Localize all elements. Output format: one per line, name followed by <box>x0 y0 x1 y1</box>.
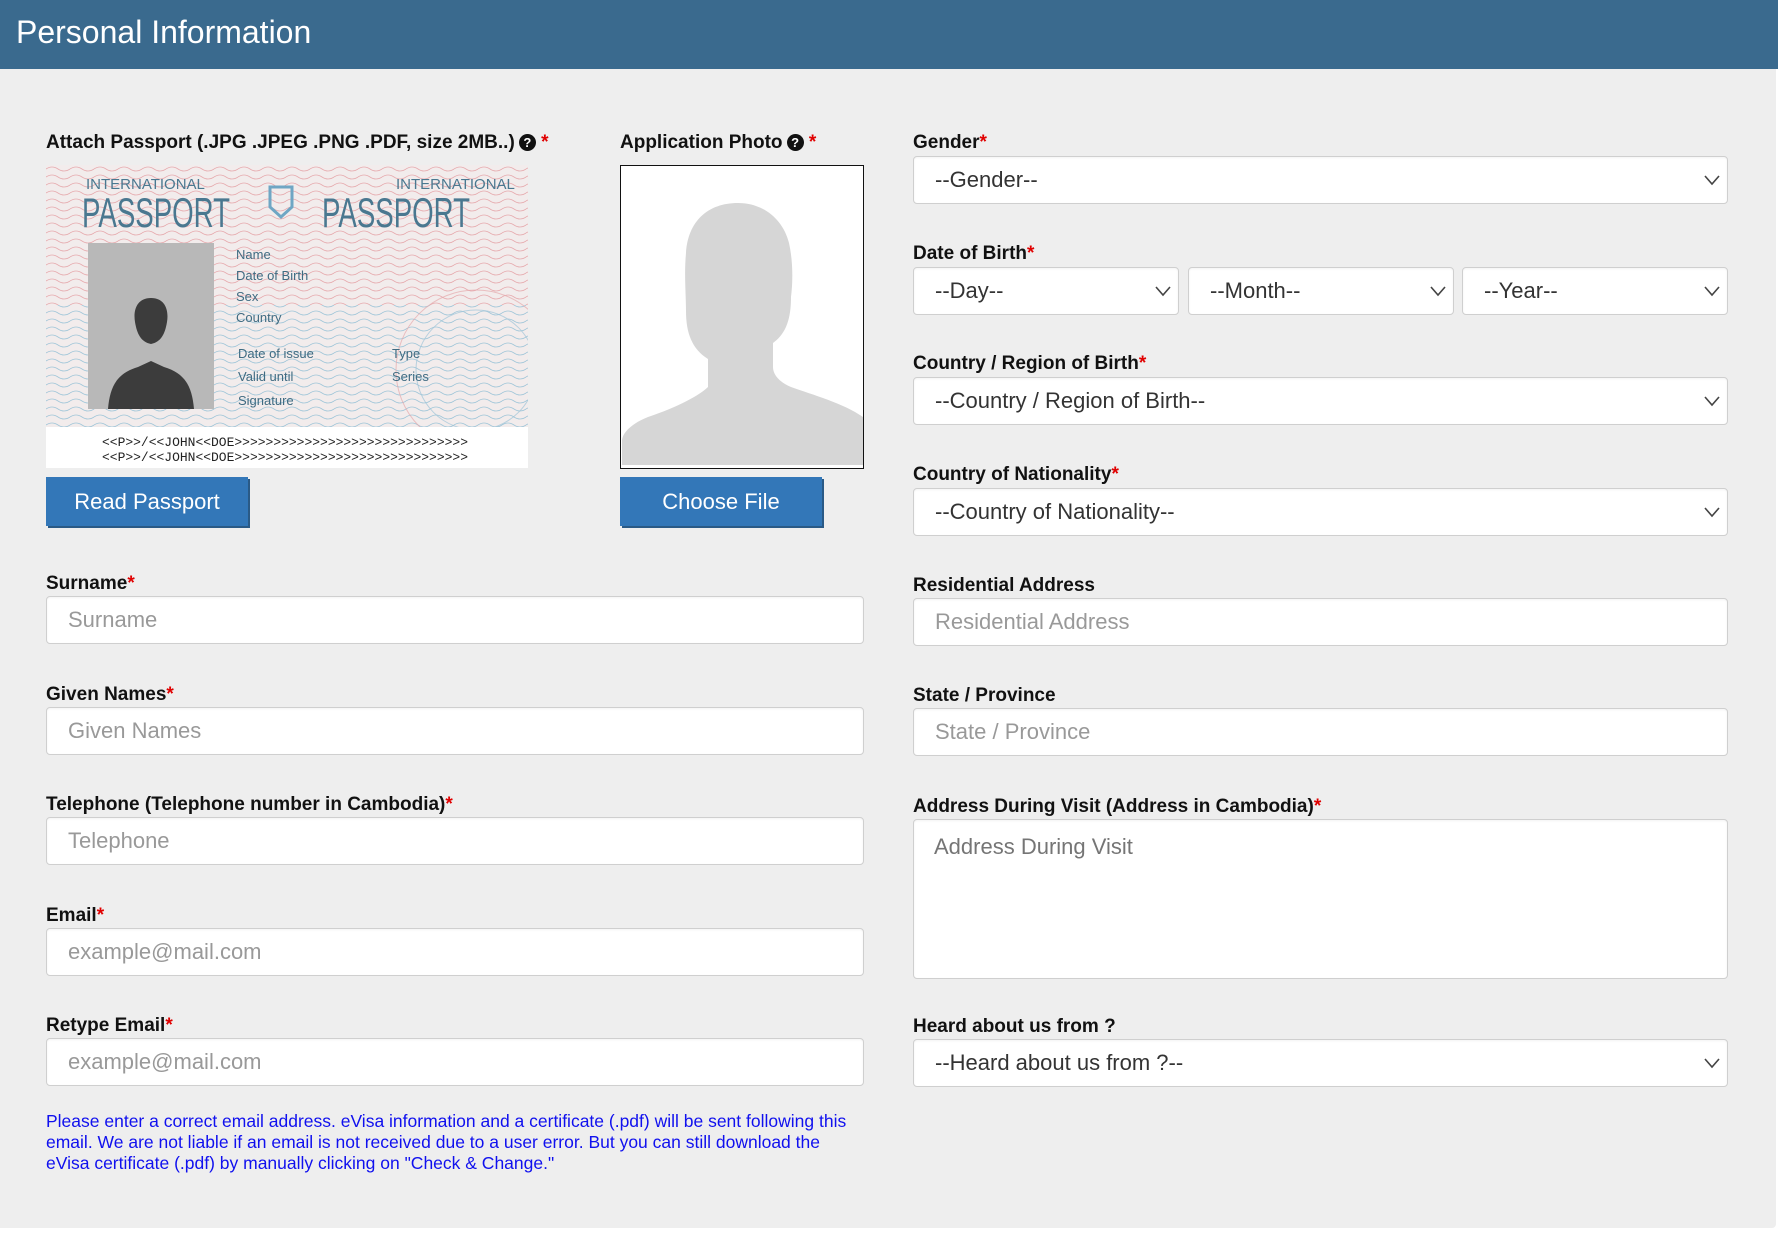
passport-sample-image: INTERNATIONAL INTERNATIONAL PASSPORT PAS… <box>46 165 528 468</box>
passport-text: Series <box>392 369 429 384</box>
chevron-down-icon <box>1155 286 1171 297</box>
passport-label: Attach Passport (.JPG .JPEG .PNG .PDF, s… <box>46 132 549 153</box>
state-province-label: State / Province <box>913 685 1056 706</box>
visit-address-label: Address During Visit (Address in Cambodi… <box>913 796 1322 817</box>
passport-text: Date of issue <box>238 346 314 361</box>
question-circle-icon[interactable]: ? <box>518 134 536 151</box>
gender-label: Gender* <box>913 132 987 153</box>
read-passport-button[interactable]: Read Passport <box>46 477 248 526</box>
state-province-input[interactable]: State / Province <box>913 708 1728 756</box>
passport-text: Type <box>392 346 420 361</box>
mrz-line: <<P>>/<<JOHN<<DOE>>>>>>>>>>>>>>>>>>>>>>>… <box>102 450 468 465</box>
passport-text: Name <box>236 247 271 262</box>
passport-text: Valid until <box>238 369 294 384</box>
given-names-input[interactable]: Given Names <box>46 707 864 755</box>
chevron-down-icon <box>1704 286 1720 297</box>
heard-about-select[interactable]: --Heard about us from ?-- <box>913 1039 1728 1087</box>
nationality-label: Country of Nationality* <box>913 464 1119 485</box>
visit-address-textarea[interactable] <box>913 819 1728 979</box>
nationality-select[interactable]: --Country of Nationality-- <box>913 488 1728 536</box>
dob-year-select[interactable]: --Year-- <box>1462 267 1728 315</box>
chevron-down-icon <box>1430 286 1446 297</box>
dob-label: Date of Birth* <box>913 243 1035 264</box>
residential-address-label: Residential Address <box>913 575 1095 596</box>
birth-country-select[interactable]: --Country / Region of Birth-- <box>913 377 1728 425</box>
heard-about-label: Heard about us from ? <box>913 1016 1116 1037</box>
chevron-down-icon <box>1704 1058 1720 1069</box>
chevron-down-icon <box>1704 396 1720 407</box>
choose-file-button[interactable]: Choose File <box>620 477 822 526</box>
email-label: Email* <box>46 905 105 926</box>
retype-email-label: Retype Email* <box>46 1015 173 1036</box>
passport-text: Signature <box>238 393 294 408</box>
email-input[interactable]: example@mail.com <box>46 928 864 976</box>
passport-text: Sex <box>236 289 259 304</box>
birth-country-label: Country / Region of Birth* <box>913 353 1147 374</box>
application-photo-placeholder[interactable] <box>620 165 864 469</box>
chevron-down-icon <box>1704 175 1720 186</box>
surname-input[interactable]: Surname <box>46 596 864 644</box>
gender-select[interactable]: --Gender-- <box>913 156 1728 204</box>
surname-label: Surname* <box>46 573 135 594</box>
page-title: Personal Information <box>16 14 312 50</box>
retype-email-input[interactable]: example@mail.com <box>46 1038 864 1086</box>
dob-month-select[interactable]: --Month-- <box>1188 267 1454 315</box>
given-names-label: Given Names* <box>46 684 174 705</box>
chevron-down-icon <box>1704 507 1720 518</box>
passport-text: Date of Birth <box>236 268 308 283</box>
page-header: Personal Information <box>0 0 1778 69</box>
telephone-label: Telephone (Telephone number in Cambodia)… <box>46 794 453 815</box>
dob-day-select[interactable]: --Day-- <box>913 267 1179 315</box>
question-circle-icon[interactable]: ? <box>786 134 804 151</box>
residential-address-input[interactable]: Residential Address <box>913 598 1728 646</box>
mrz-line: <<P>>/<<JOHN<<DOE>>>>>>>>>>>>>>>>>>>>>>>… <box>102 435 468 450</box>
email-notice: Please enter a correct email address. eV… <box>46 1111 847 1173</box>
application-photo-label: Application Photo? * <box>620 132 817 153</box>
passport-text: Country <box>236 310 282 325</box>
passport-text: PASSPORT <box>322 189 470 236</box>
telephone-input[interactable]: Telephone <box>46 817 864 865</box>
passport-text: PASSPORT <box>82 189 230 236</box>
